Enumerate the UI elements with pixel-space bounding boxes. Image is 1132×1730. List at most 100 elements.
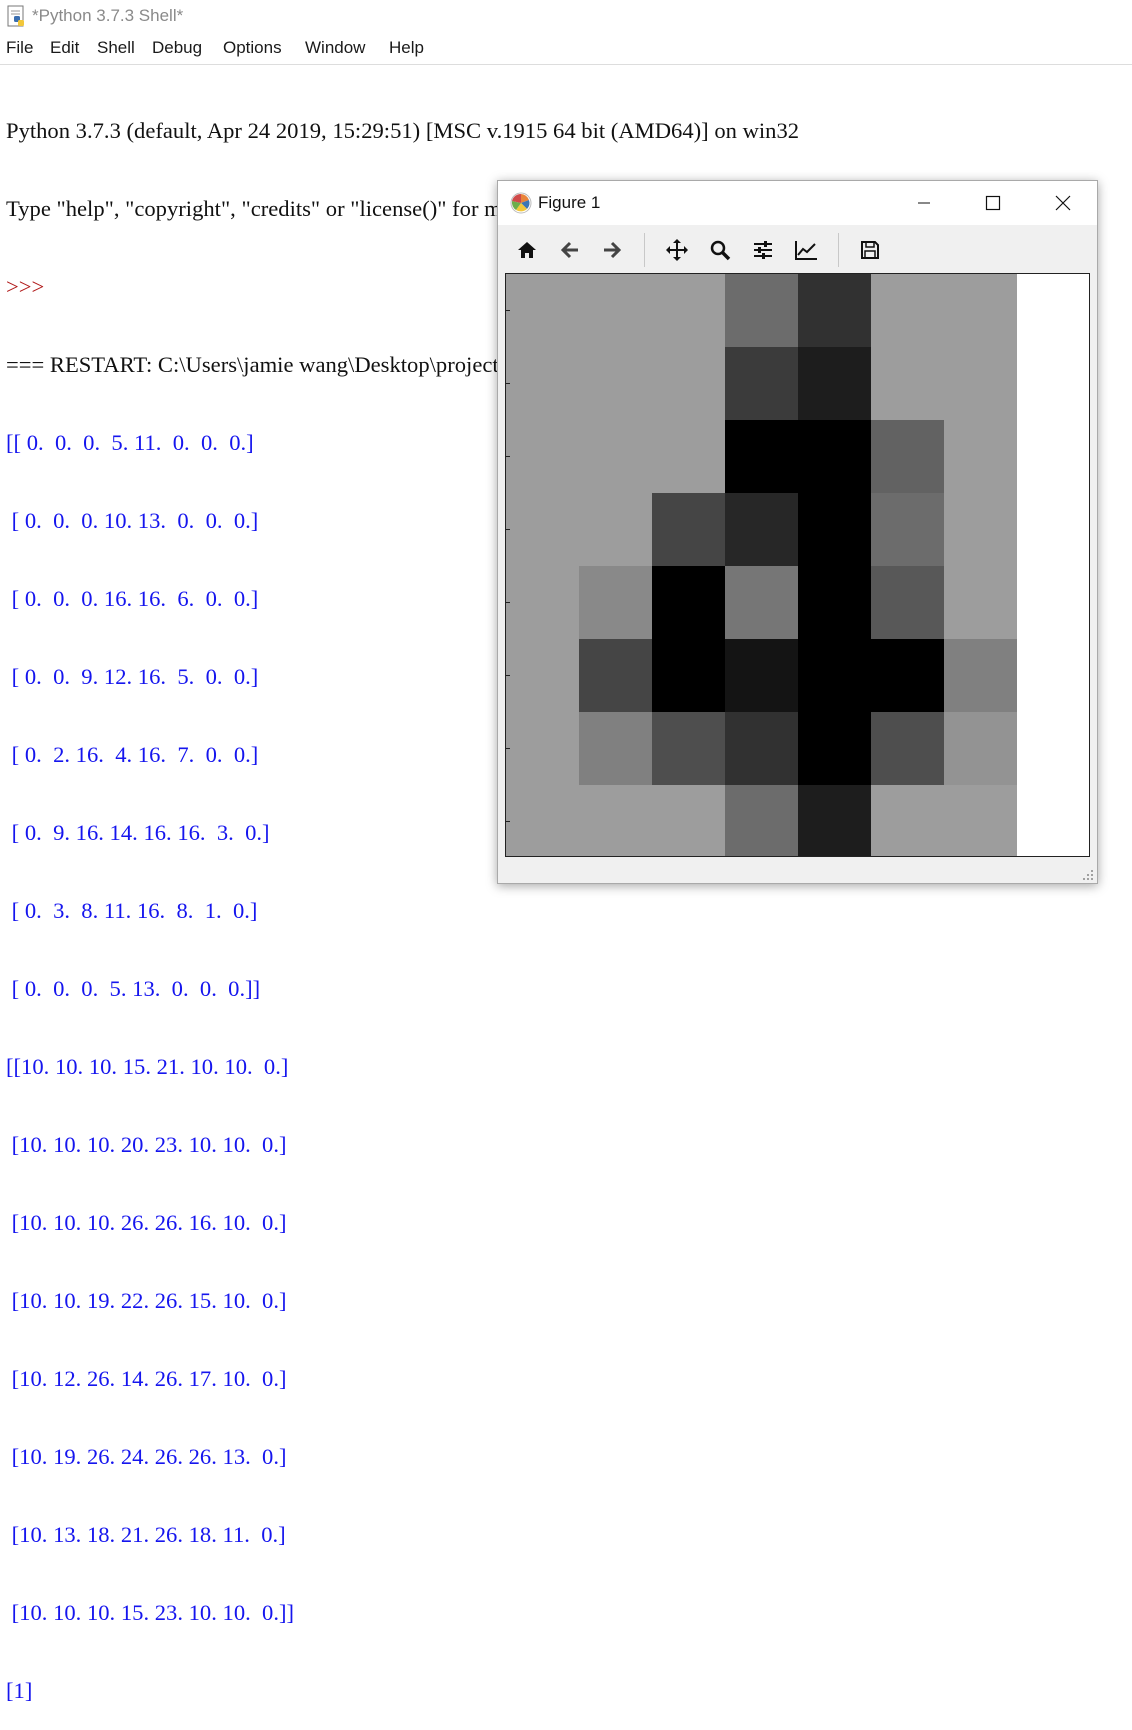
configure-subplots-icon <box>754 241 772 259</box>
minimize-button[interactable] <box>889 181 959 225</box>
window-title: *Python 3.7.3 Shell* <box>32 6 184 25</box>
image-pixel <box>506 785 579 856</box>
close-icon <box>1055 195 1071 211</box>
image-pixel <box>871 274 944 347</box>
image-pixel <box>798 712 871 785</box>
toolbar-separator <box>838 233 839 267</box>
back-arrow-icon <box>560 241 578 259</box>
minimize-icon <box>918 202 930 204</box>
resize-grip-icon[interactable] <box>1083 870 1093 880</box>
menu-file[interactable]: File <box>6 38 33 58</box>
image-pixel <box>652 493 725 566</box>
home-button[interactable] <box>514 237 540 263</box>
figure-canvas[interactable] <box>505 273 1090 857</box>
y-tick <box>506 821 510 822</box>
image-pixel <box>725 785 798 856</box>
image-pixel <box>1017 274 1089 347</box>
menu-edit[interactable]: Edit <box>50 38 79 58</box>
image-pixel <box>506 420 579 493</box>
image-pixel <box>579 493 652 566</box>
image-pixel <box>1017 785 1089 856</box>
image-pixel <box>944 274 1017 347</box>
menu-shell[interactable]: Shell <box>97 38 135 58</box>
image-pixel <box>506 639 579 712</box>
image-pixel <box>1017 347 1089 420</box>
y-tick <box>506 310 510 311</box>
y-tick <box>506 748 510 749</box>
image-pixel <box>798 639 871 712</box>
image-pixel <box>798 274 871 347</box>
image-pixel <box>1017 566 1089 639</box>
image-pixel <box>725 420 798 493</box>
configure-subplots-button[interactable] <box>750 237 776 263</box>
figure-title: Figure 1 <box>538 193 601 212</box>
menu-window[interactable]: Window <box>305 38 365 58</box>
banner-line: Python 3.7.3 (default, Apr 24 2019, 15:2… <box>6 118 800 143</box>
output-line: [10. 10. 10. 26. 26. 16. 10. 0.] <box>6 1210 287 1235</box>
image-pixel <box>506 566 579 639</box>
image-pixel <box>506 493 579 566</box>
image-pixel <box>579 785 652 856</box>
menu-help[interactable]: Help <box>389 38 424 58</box>
image-pixel <box>579 639 652 712</box>
image-pixel <box>944 493 1017 566</box>
image-pixel <box>1017 493 1089 566</box>
forward-button[interactable] <box>599 237 625 263</box>
pan-icon <box>666 239 688 261</box>
figure-window[interactable]: Figure 1 <box>497 180 1098 884</box>
close-button[interactable] <box>1028 181 1098 225</box>
save-button[interactable] <box>857 237 883 263</box>
image-pixel <box>871 712 944 785</box>
status-bar <box>498 857 1097 883</box>
home-icon <box>518 242 536 258</box>
output-line: [10. 19. 26. 24. 26. 26. 13. 0.] <box>6 1444 287 1469</box>
pan-button[interactable] <box>664 237 690 263</box>
menu-divider <box>0 64 1132 65</box>
y-tick <box>506 383 510 384</box>
output-line: [10. 13. 18. 21. 26. 18. 11. 0.] <box>6 1522 286 1547</box>
edit-axes-icon <box>795 241 817 260</box>
zoom-button[interactable] <box>707 237 733 263</box>
menu-bar: File Edit Shell Debug Options Window Hel… <box>0 36 1132 62</box>
menu-debug[interactable]: Debug <box>152 38 202 58</box>
python-document-icon <box>7 5 24 27</box>
image-pixel <box>944 639 1017 712</box>
image-pixel <box>652 566 725 639</box>
image-pixel <box>798 420 871 493</box>
image-pixel <box>652 420 725 493</box>
image-pixel <box>871 347 944 420</box>
output-line: [10. 12. 26. 14. 26. 17. 10. 0.] <box>6 1366 287 1391</box>
image-pixel <box>652 274 725 347</box>
image-pixel <box>652 639 725 712</box>
menu-options[interactable]: Options <box>223 38 282 58</box>
y-tick <box>506 675 510 676</box>
image-pixel <box>725 712 798 785</box>
edit-axes-button[interactable] <box>793 237 819 263</box>
y-tick <box>506 602 510 603</box>
forward-arrow-icon <box>604 241 622 259</box>
image-pixel <box>579 274 652 347</box>
image-pixel <box>871 420 944 493</box>
title-bar: *Python 3.7.3 Shell* <box>0 0 1132 34</box>
figure-title-bar[interactable]: Figure 1 <box>498 181 1097 225</box>
image-pixel <box>579 566 652 639</box>
output-line: [ 0. 3. 8. 11. 16. 8. 1. 0.] <box>6 898 258 923</box>
maximize-button[interactable] <box>958 181 1028 225</box>
image-pixel <box>944 347 1017 420</box>
image-pixel <box>725 493 798 566</box>
zoom-icon <box>710 240 731 261</box>
image-pixel <box>506 347 579 420</box>
maximize-icon <box>985 195 1001 211</box>
output-line: [10. 10. 10. 20. 23. 10. 10. 0.] <box>6 1132 287 1157</box>
image-pixel <box>1017 712 1089 785</box>
navigation-toolbar <box>498 227 1097 271</box>
matplotlib-logo-icon <box>510 192 532 214</box>
back-button[interactable] <box>557 237 583 263</box>
image-pixel <box>798 347 871 420</box>
image-pixel <box>944 420 1017 493</box>
image-pixel <box>579 420 652 493</box>
y-tick <box>506 529 510 530</box>
image-pixel <box>725 274 798 347</box>
image-pixel <box>725 639 798 712</box>
image-pixel <box>652 712 725 785</box>
